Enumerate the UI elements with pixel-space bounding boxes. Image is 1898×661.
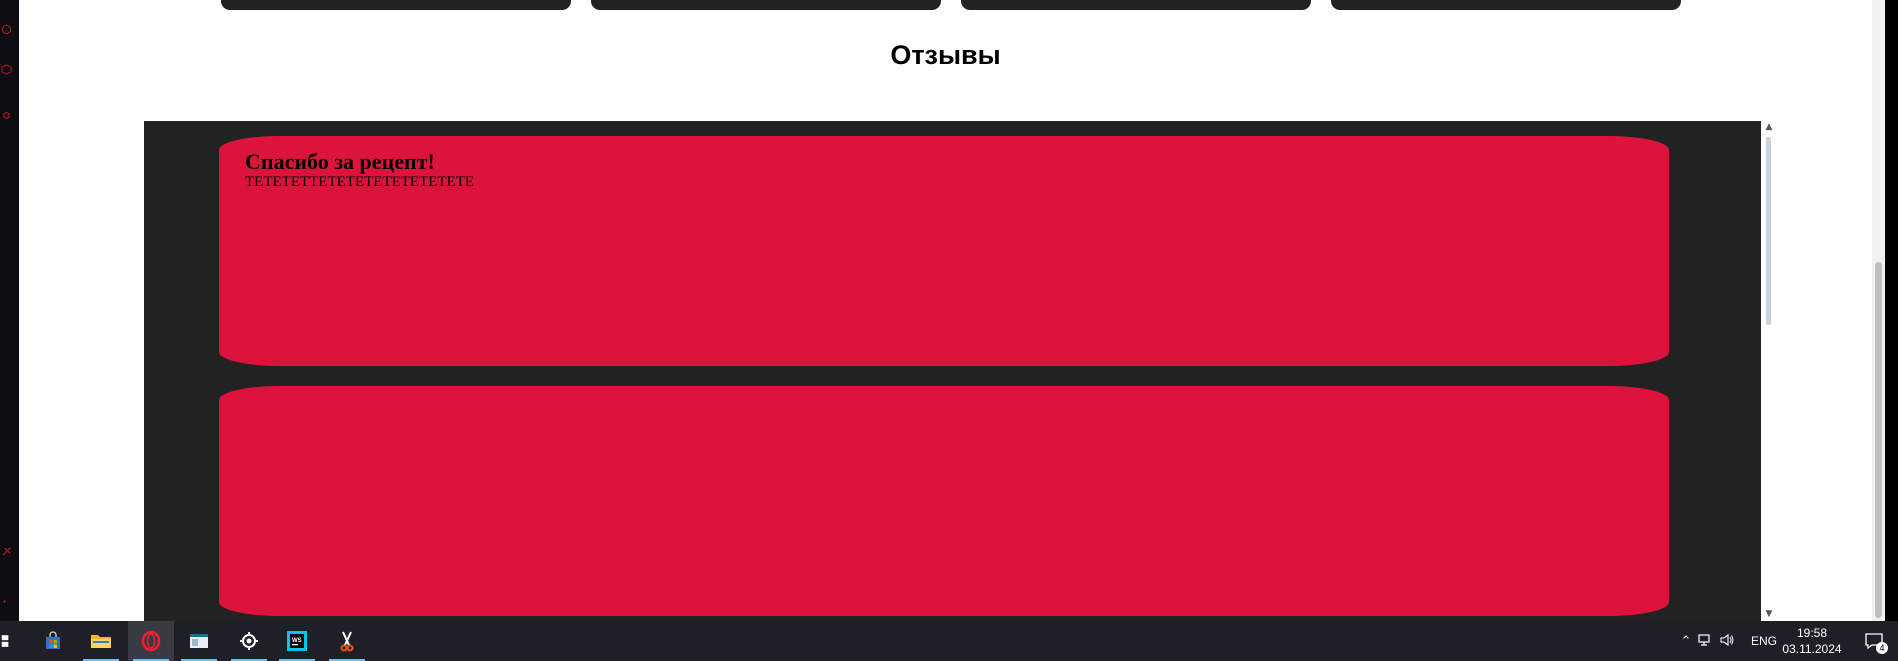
scrollbar-thumb[interactable] <box>1766 137 1771 325</box>
window-icon <box>190 634 208 648</box>
volume-icon[interactable] <box>1719 632 1743 651</box>
notification-count: 4 <box>1876 642 1888 654</box>
windows-icon <box>1 635 9 647</box>
clock-time: 19:58 <box>1796 626 1828 640</box>
review-card <box>219 386 1669 616</box>
page-scrollbar-thumb[interactable] <box>1875 262 1882 618</box>
settings-icon[interactable] <box>1 110 12 121</box>
reviews-scrollbar[interactable]: ▲ ▼ <box>1763 121 1775 621</box>
scroll-down-icon[interactable]: ▼ <box>1764 609 1774 619</box>
notifications-button[interactable]: 4 <box>1864 631 1888 654</box>
taskbar-snipping-tool[interactable] <box>324 621 370 661</box>
card[interactable] <box>591 0 941 10</box>
taskbar-clock[interactable]: 19:58 03.11.2024 <box>1782 625 1842 657</box>
taskbar-opera[interactable] <box>128 621 174 661</box>
clock-date: 03.11.2024 <box>1782 642 1842 656</box>
language-indicator[interactable]: ENG <box>1751 634 1777 648</box>
webstorm-icon: WS <box>287 631 307 651</box>
taskbar-window-app[interactable] <box>176 621 222 661</box>
taskbar-steam[interactable] <box>226 621 272 661</box>
system-tray: ⌃ ENG <box>1675 621 1777 661</box>
messenger-icon[interactable] <box>1 24 12 35</box>
chevron-up-icon[interactable]: ⌃ <box>1675 634 1697 649</box>
browser-sidebar <box>0 0 19 621</box>
opera-icon <box>141 630 161 652</box>
page-title: Отзывы <box>890 40 1001 70</box>
review-text: ТЕТЕТЕТТЕТЕТЕТЕТЕТЕТЕТЕТЕ <box>245 174 475 190</box>
folder-icon <box>91 635 111 648</box>
page-viewport: Отзывы Спасибо за рецепт! ТЕТЕТЕТТЕТЕТЕТ… <box>19 0 1885 621</box>
taskbar-store[interactable] <box>30 621 76 661</box>
steam-icon <box>240 632 258 650</box>
store-icon <box>46 631 60 649</box>
reviews-container[interactable]: Спасибо за рецепт! ТЕТЕТЕТТЕТЕТЕТЕТЕТЕТЕ… <box>144 121 1761 621</box>
card[interactable] <box>961 0 1311 10</box>
cube-icon[interactable] <box>1 64 12 75</box>
taskbar-webstorm[interactable]: WS <box>274 621 320 661</box>
review-title: Спасибо за рецепт! <box>245 149 435 174</box>
scroll-up-icon[interactable]: ▲ <box>1764 122 1774 132</box>
extensions-icon[interactable] <box>1 546 12 557</box>
card[interactable] <box>1331 0 1681 10</box>
card[interactable] <box>221 0 571 10</box>
network-icon[interactable] <box>1697 632 1719 651</box>
cards-row <box>19 0 1885 12</box>
page-scrollbar[interactable] <box>1872 0 1885 621</box>
start-button[interactable] <box>0 621 20 661</box>
svg-text:WS: WS <box>292 638 302 644</box>
review-card: Спасибо за рецепт! ТЕТЕТЕТТЕТЕТЕТЕТЕТЕТЕ… <box>219 136 1669 366</box>
taskbar: WS ⌃ ENG 19:58 03.11.2024 4 <box>0 621 1898 661</box>
scissors-icon <box>340 631 354 652</box>
taskbar-file-explorer[interactable] <box>78 621 124 661</box>
more-dots-icon[interactable] <box>1 596 12 607</box>
